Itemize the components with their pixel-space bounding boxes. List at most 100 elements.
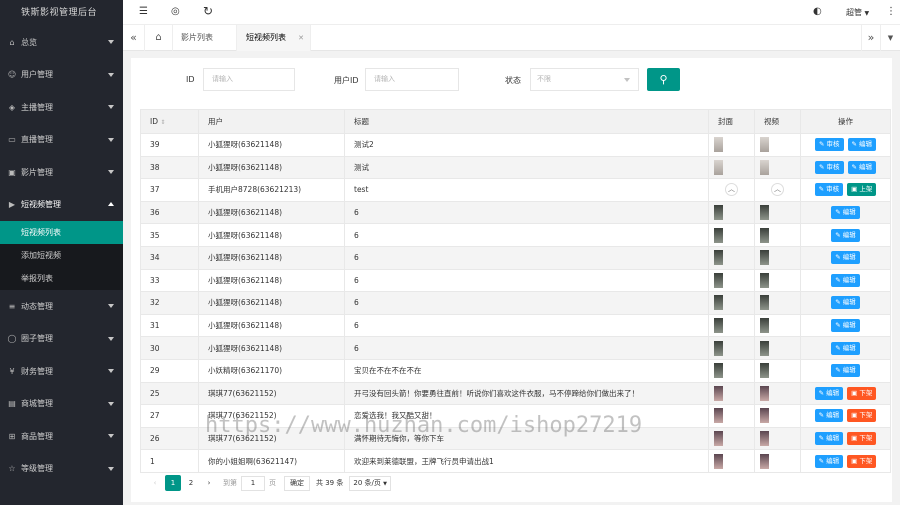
cover-thumbnail[interactable]	[714, 137, 723, 153]
sidebar-item[interactable]: ◯ 圈子管理	[0, 323, 123, 356]
cover-thumbnail[interactable]	[714, 431, 723, 447]
chevron-down-icon	[108, 304, 114, 308]
sidebar-item[interactable]: ▭ 直播管理	[0, 124, 123, 157]
cover-thumbnail[interactable]	[714, 272, 723, 288]
cover-thumbnail[interactable]	[714, 227, 723, 243]
cover-thumbnail[interactable]	[714, 453, 723, 469]
expand-icon[interactable]: ︿	[725, 183, 738, 197]
video-thumbnail[interactable]	[760, 340, 769, 356]
review-button[interactable]: ✎ 审核	[814, 160, 844, 174]
unpublish-button[interactable]: ▣ 下架	[847, 432, 877, 446]
sidebar-item[interactable]: ▣ 影片管理	[0, 156, 123, 189]
cell-user: 小狐狸呀(63621148)	[198, 200, 345, 225]
more-icon[interactable]: ⋮	[886, 6, 896, 18]
unpublish-button[interactable]: ▣ 下架	[847, 454, 877, 468]
sidebar-item[interactable]: ⌂ 总览	[0, 26, 123, 59]
refresh-icon[interactable]: ↻	[203, 5, 213, 17]
video-thumbnail[interactable]	[760, 205, 769, 221]
video-thumbnail[interactable]	[760, 318, 769, 334]
id-filter-input[interactable]: 请输入	[203, 68, 295, 91]
status-select[interactable]: 不限	[530, 68, 639, 91]
globe-icon[interactable]: ◎	[171, 6, 180, 18]
edit-button[interactable]: ✎ 编辑	[831, 206, 860, 220]
cell-id: 30	[140, 336, 199, 360]
prev-page-icon[interactable]: ‹	[147, 475, 163, 491]
search-button[interactable]: ⚲	[647, 68, 680, 91]
edit-button[interactable]: ✎ 编辑	[814, 454, 844, 468]
edit-button[interactable]: ✎ 编辑	[831, 273, 860, 287]
sidebar-item[interactable]: ▤ 商城管理	[0, 388, 123, 421]
edit-button[interactable]: ✎ 编辑	[831, 341, 860, 355]
cover-thumbnail[interactable]	[714, 408, 723, 424]
sidebar-subitem[interactable]: 举报列表	[0, 267, 123, 290]
edit-button[interactable]: ✎ 编辑	[814, 432, 844, 446]
edit-button[interactable]: ✎ 编辑	[831, 319, 860, 333]
cover-thumbnail[interactable]	[714, 385, 723, 401]
sidebar-subitem[interactable]: 添加短视频	[0, 244, 123, 267]
sidebar-subitem[interactable]: 短视频列表	[0, 221, 123, 244]
unpublish-button[interactable]: ▣ 下架	[847, 409, 877, 423]
video-thumbnail[interactable]	[760, 295, 769, 311]
page-2[interactable]: 2	[183, 475, 199, 491]
review-button[interactable]: ✎ 审核	[814, 138, 844, 152]
expand-icon[interactable]: ︿	[771, 183, 784, 197]
goto-confirm-button[interactable]: 确定	[284, 475, 310, 491]
sidebar-item[interactable]: ¥ 财务管理	[0, 355, 123, 388]
tab-film-list[interactable]: 影片列表	[173, 25, 237, 51]
video-thumbnail[interactable]	[760, 431, 769, 447]
sidebar-item[interactable]: ≡ 动态管理	[0, 290, 123, 323]
sort-icon[interactable]: ⇕	[160, 119, 165, 126]
publish-button[interactable]: ▣ 上架	[847, 183, 877, 197]
edit-button[interactable]: ✎ 编辑	[831, 296, 860, 310]
cover-thumbnail[interactable]	[714, 250, 723, 266]
video-thumbnail[interactable]	[760, 385, 769, 401]
video-thumbnail[interactable]	[760, 408, 769, 424]
sidebar-item[interactable]: ☆ 等级管理	[0, 453, 123, 486]
edit-button[interactable]: ✎ 编辑	[814, 409, 844, 423]
sidebar-item[interactable]: ▶ 短视频管理	[0, 189, 123, 222]
video-thumbnail[interactable]	[760, 159, 769, 175]
video-thumbnail[interactable]	[760, 363, 769, 379]
cell-title: 6	[344, 223, 709, 247]
edit-button[interactable]: ✎ 编辑	[831, 364, 860, 378]
home-tab-icon[interactable]: ⌂	[145, 25, 173, 51]
edit-button[interactable]: ✎ 编辑	[831, 251, 860, 265]
sidebar-item[interactable]: ⊞ 商品管理	[0, 420, 123, 453]
edit-button[interactable]: ✎ 编辑	[814, 386, 844, 400]
tabs-left-icon[interactable]: «	[123, 25, 145, 51]
page-size-select[interactable]: 20 条/页 ▼	[349, 475, 391, 491]
cover-thumbnail[interactable]	[714, 340, 723, 356]
tab-short-video-list[interactable]: 短视频列表 ✕	[237, 25, 311, 51]
menu-toggle-icon[interactable]: ☰	[139, 6, 148, 18]
skin-icon[interactable]: ◐	[813, 6, 822, 18]
cover-thumbnail[interactable]	[714, 295, 723, 311]
video-thumbnail[interactable]	[760, 250, 769, 266]
next-page-icon[interactable]: ›	[201, 475, 217, 491]
cover-thumbnail[interactable]	[714, 159, 723, 175]
edit-button[interactable]: ✎ 编辑	[831, 228, 860, 242]
col-id[interactable]: ID ⇕	[140, 109, 199, 134]
sidebar-item[interactable]: ☺ 用户管理	[0, 59, 123, 92]
edit-button[interactable]: ✎ 编辑	[847, 160, 877, 174]
video-thumbnail[interactable]	[760, 453, 769, 469]
cover-thumbnail[interactable]	[714, 318, 723, 334]
close-icon[interactable]: ✕	[298, 25, 304, 51]
unpublish-button[interactable]: ▣ 下架	[847, 386, 877, 400]
cover-thumbnail[interactable]	[714, 363, 723, 379]
cell-actions: ✎ 编辑 ▣ 下架	[800, 426, 891, 451]
cell-cover	[708, 358, 755, 383]
edit-button[interactable]: ✎ 编辑	[847, 138, 877, 152]
goto-page-input[interactable]: 1	[241, 475, 265, 491]
video-thumbnail[interactable]	[760, 227, 769, 243]
review-button[interactable]: ✎ 审核	[814, 183, 844, 197]
tabs-right-icon[interactable]: »	[861, 25, 881, 51]
video-thumbnail[interactable]	[760, 272, 769, 288]
tabs-dropdown-icon[interactable]: ▼	[881, 25, 900, 51]
action-label: 下架	[859, 411, 873, 420]
sidebar-item[interactable]: ◈ 主播管理	[0, 91, 123, 124]
user-menu[interactable]: 超管 ▼	[846, 7, 869, 20]
cover-thumbnail[interactable]	[714, 205, 723, 221]
video-thumbnail[interactable]	[760, 137, 769, 153]
page-1[interactable]: 1	[165, 475, 181, 491]
uid-filter-input[interactable]: 请输入	[365, 68, 459, 91]
